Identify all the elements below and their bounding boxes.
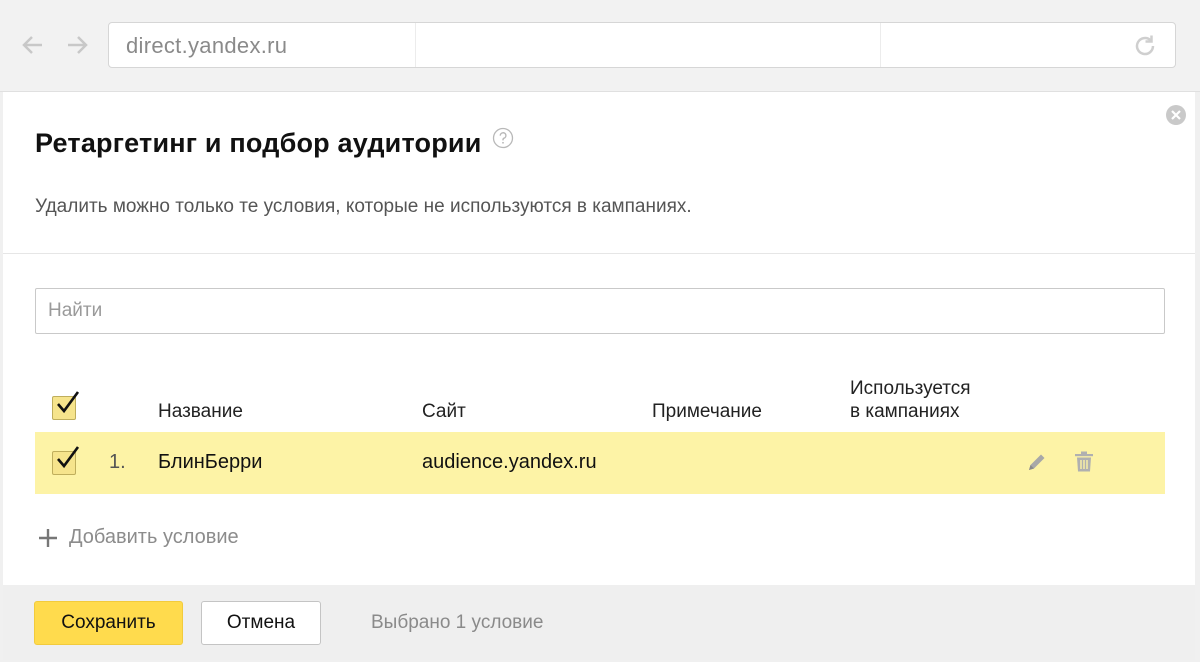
row-number: 1. [109,451,126,473]
dialog-header: Ретаргетинг и подбор аудитории [35,127,514,159]
close-icon[interactable] [1165,104,1187,126]
column-header-used-line2: в кампаниях [850,401,960,422]
dialog-footer: Сохранить Отмена Выбрано 1 условие [3,585,1195,660]
selected-count-text: Выбрано 1 условие [371,612,544,633]
column-header-name[interactable]: Название [158,400,243,423]
column-header-site[interactable]: Сайт [422,400,466,423]
table-row[interactable]: 1. БлинБерри audience.yandex.ru [35,432,1165,494]
dialog-subtitle: Удалить можно только те условия, которые… [35,196,692,217]
browser-toolbar: direct.yandex.ru [0,0,1200,92]
address-bar[interactable]: direct.yandex.ru [108,22,1176,68]
dialog-title: Ретаргетинг и подбор аудитории [35,128,482,158]
cancel-button[interactable]: Отмена [201,601,321,645]
pencil-icon[interactable] [1023,449,1049,475]
trash-icon[interactable] [1071,449,1097,475]
reload-icon[interactable] [1131,32,1159,60]
url-text: direct.yandex.ru [126,33,288,58]
save-button[interactable]: Сохранить [34,601,183,645]
add-condition-button[interactable]: Добавить условие [37,526,239,549]
add-condition-label: Добавить условие [69,526,239,548]
help-icon[interactable] [492,127,514,149]
row-checkbox[interactable] [52,446,80,475]
address-bar-divider [880,23,881,67]
column-header-note[interactable]: Примечание [652,400,762,423]
arrow-right-icon[interactable] [62,30,92,60]
arrow-left-icon[interactable] [18,30,48,60]
column-header-used-line1[interactable]: Используется [850,377,971,400]
retargeting-dialog: Ретаргетинг и подбор аудитории Удалить м… [3,92,1195,660]
row-name: БлинБерри [158,451,263,473]
row-site: audience.yandex.ru [422,451,597,473]
select-all-checkbox[interactable] [52,391,80,420]
address-bar-divider [415,23,416,67]
divider [3,253,1195,254]
plus-icon [37,527,59,549]
search-input[interactable] [35,288,1165,334]
